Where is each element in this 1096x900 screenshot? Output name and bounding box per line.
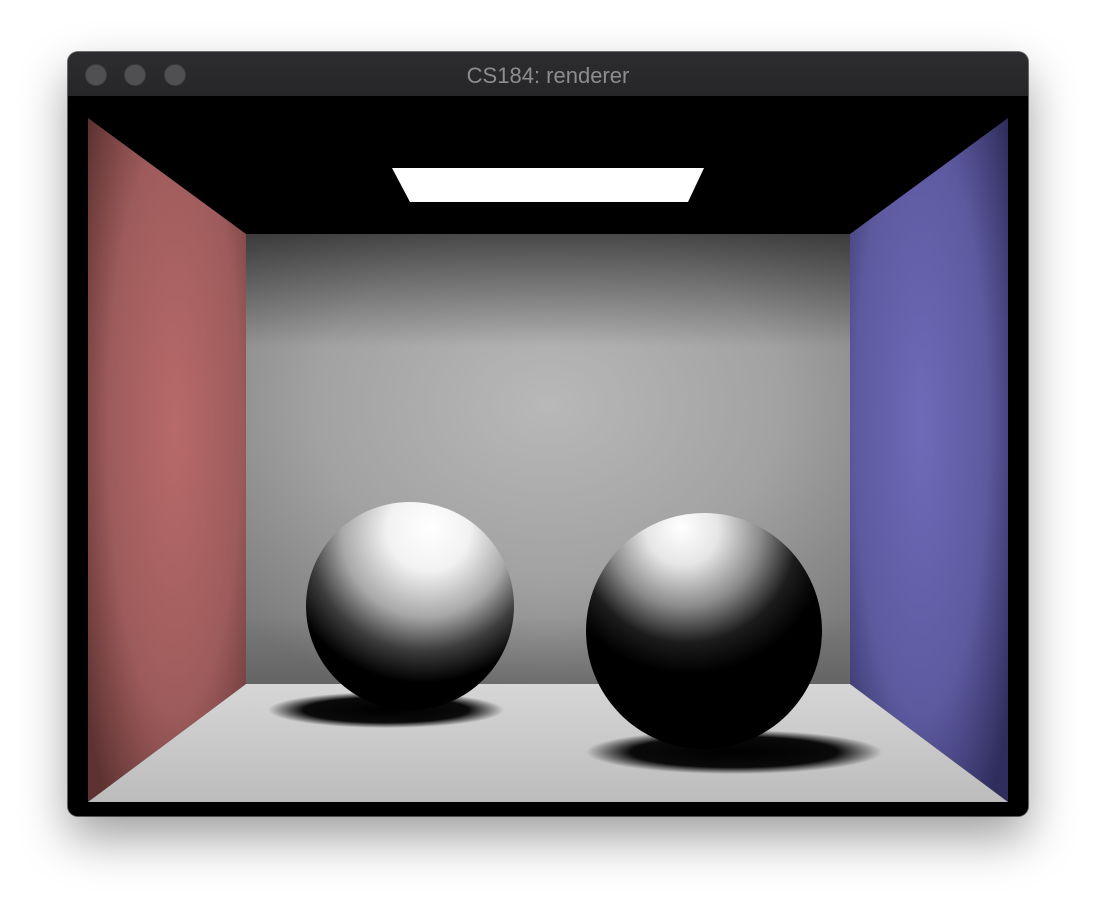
frame-bottom <box>68 802 1028 816</box>
right-wall <box>850 118 1008 802</box>
render-viewport[interactable] <box>68 96 1028 816</box>
floor <box>88 684 1008 802</box>
left-wall <box>88 118 246 802</box>
area-light <box>392 168 704 202</box>
app-window: CS184: renderer <box>68 52 1028 816</box>
sphere-right <box>586 513 822 749</box>
window-title: CS184: renderer <box>466 63 630 88</box>
title-bar[interactable]: CS184: renderer <box>68 52 1028 97</box>
sphere-left <box>306 502 514 710</box>
cornell-box-render <box>68 96 1028 816</box>
